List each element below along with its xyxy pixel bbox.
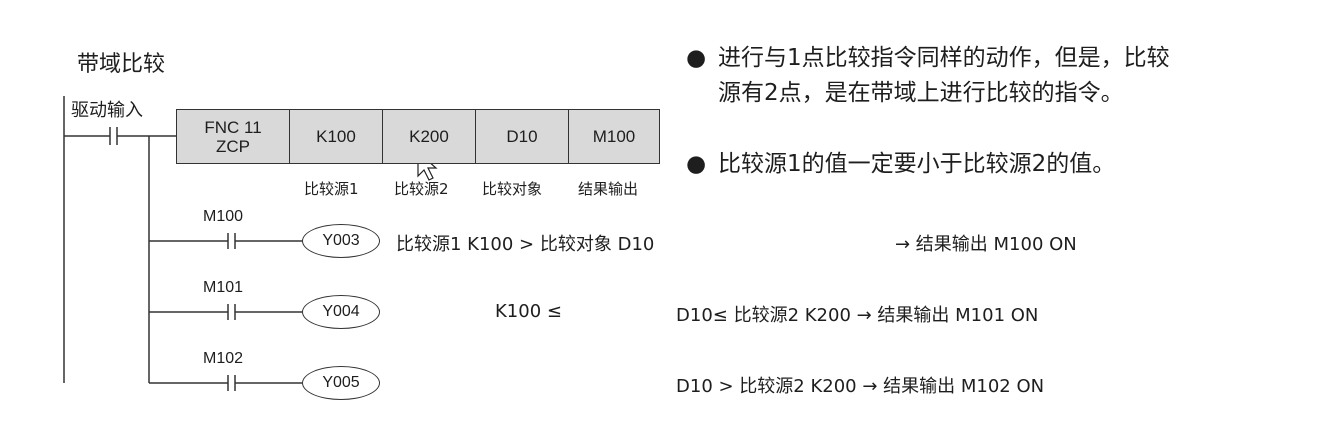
instruction-name-box: FNC 11 ZCP	[176, 109, 290, 164]
note-line: 源有2点，是在带域上进行比较的指令。	[718, 80, 1124, 106]
fnc-name: ZCP	[216, 136, 250, 156]
contact-label: M100	[203, 208, 244, 225]
note-line: 比较源1的值一定要小于比较源2的值。	[718, 151, 1116, 177]
operand-label: 比较源2	[394, 180, 449, 198]
operand-label: 比较源1	[304, 180, 359, 198]
drive-input-label: 驱动输入	[71, 100, 143, 121]
output-coil: Y004	[302, 295, 380, 329]
diagram-title: 带域比较	[77, 52, 166, 77]
operand-label: 比较对象	[482, 180, 543, 198]
output-coil: Y003	[302, 224, 380, 258]
operand-box: M100	[568, 109, 660, 164]
contact-label: M101	[203, 279, 244, 296]
condition-text: K100 ≤	[495, 301, 562, 322]
condition-text: 比较源1 K100 > 比较对象 D10	[396, 234, 655, 255]
fnc-number: FNC 11	[204, 117, 262, 137]
bullet-icon: ●	[686, 45, 707, 71]
operand-box: K200	[382, 109, 476, 164]
note-line: 进行与1点比较指令同样的动作，但是，比较	[718, 45, 1170, 71]
bullet-icon: ●	[686, 151, 707, 177]
result-text: D10≤ 比较源2 K200 → 结果输出 M101 ON	[676, 305, 1039, 326]
operand-box: K100	[289, 109, 383, 164]
operand-label: 结果输出	[578, 180, 639, 198]
output-coil: Y005	[302, 366, 380, 400]
result-text: D10 > 比较源2 K200 → 结果输出 M102 ON	[676, 376, 1045, 397]
operand-box: D10	[475, 109, 569, 164]
contact-label: M102	[203, 350, 244, 367]
result-text: → 结果输出 M100 ON	[895, 234, 1077, 255]
